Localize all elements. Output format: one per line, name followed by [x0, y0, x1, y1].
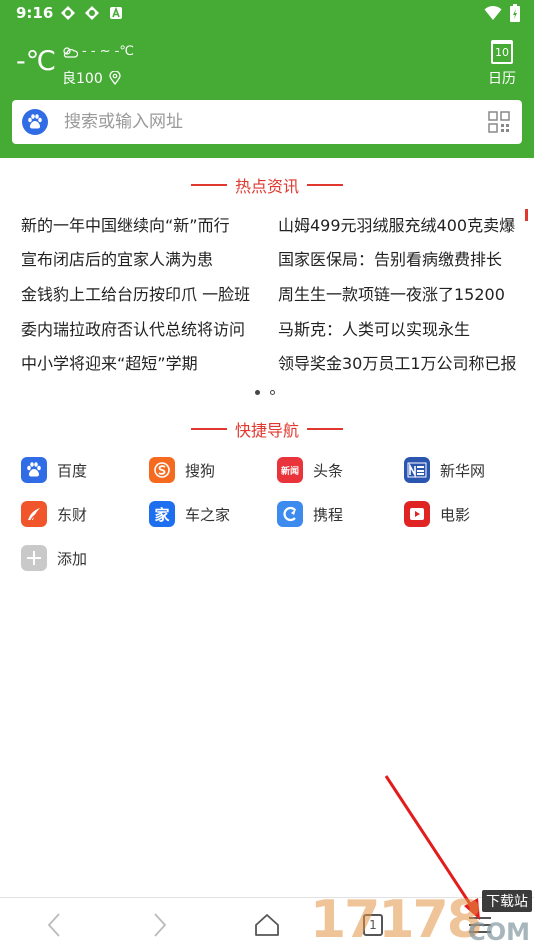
forward-button[interactable]	[143, 908, 177, 942]
dongcai-icon	[21, 501, 47, 527]
quick-nav-ctrip[interactable]: 携程	[277, 501, 343, 527]
toutiao-icon: 新闻	[277, 457, 303, 483]
search-input[interactable]	[64, 112, 464, 132]
app-notification-icon	[85, 6, 99, 20]
baidu-search-engine-icon[interactable]	[22, 109, 48, 135]
news-item[interactable]: 宣布闭店后的宜家人满为患	[21, 246, 273, 270]
menu-icon	[469, 917, 491, 933]
app-notification-icon	[61, 6, 75, 20]
hot-news-title-text: 热点资讯	[234, 177, 299, 196]
news-item[interactable]: 新的一年中国继续向“新”而行	[21, 212, 273, 236]
wifi-icon	[484, 5, 502, 20]
quick-nav-label: 搜狗	[185, 461, 216, 480]
cloudy-sun-icon	[63, 46, 78, 58]
temperature-range: - - ~ -℃	[82, 44, 134, 59]
status-time: 9:16	[16, 4, 54, 22]
chevron-left-icon	[47, 913, 60, 937]
page-dot	[270, 390, 275, 395]
chevron-right-icon	[154, 913, 167, 937]
ctrip-icon	[277, 501, 303, 527]
back-button[interactable]	[37, 908, 71, 942]
paw-icon	[28, 114, 42, 129]
quick-nav-title: 快捷导航	[0, 417, 534, 441]
xinhua-icon	[404, 457, 430, 483]
quick-nav-autohome[interactable]: 家 车之家	[149, 501, 230, 527]
news-item[interactable]: 马斯克：人类可以实现永生	[278, 316, 530, 340]
quick-nav-title-text: 快捷导航	[234, 421, 299, 440]
a-notification-icon	[110, 6, 122, 19]
news-item[interactable]: 中小学将迎来“超短”学期	[21, 350, 273, 374]
quick-nav-label: 添加	[57, 549, 88, 568]
quick-nav-toutiao[interactable]: 新闻 头条	[277, 457, 343, 483]
title-divider	[190, 428, 227, 430]
hot-news-title: 热点资讯	[0, 173, 534, 197]
quick-nav-xinhua[interactable]: 新华网	[404, 457, 485, 483]
menu-button[interactable]	[463, 908, 497, 942]
quick-nav-movie[interactable]: 电影	[404, 501, 470, 527]
quick-nav-dongcai[interactable]: 东财	[21, 501, 87, 527]
quick-nav-label: 携程	[313, 505, 344, 524]
title-divider	[190, 184, 227, 186]
status-notification-icons	[60, 5, 124, 21]
quick-nav-sogou[interactable]: 搜狗	[149, 457, 215, 483]
title-divider	[307, 184, 343, 186]
qr-scan-icon[interactable]	[488, 111, 510, 133]
search-bar[interactable]	[12, 100, 522, 144]
tab-count-icon: 1	[363, 914, 383, 936]
calendar-button[interactable]: 10 日历	[486, 40, 518, 88]
news-item[interactable]: 领导奖金30万员工1万公司称已报	[278, 350, 530, 374]
page-dot-active	[255, 390, 260, 395]
quick-nav-add[interactable]: 添加	[21, 545, 87, 571]
weather-temperature[interactable]: -℃	[16, 46, 56, 77]
location-icon	[109, 71, 121, 85]
quick-nav-label: 新华网	[440, 461, 486, 480]
baidu-icon	[21, 457, 47, 483]
autohome-icon: 家	[149, 501, 175, 527]
calendar-label: 日历	[488, 71, 516, 87]
hot-marker	[525, 209, 528, 221]
add-icon	[21, 545, 47, 571]
movie-icon	[404, 501, 430, 527]
news-item[interactable]: 周生生一款项链一夜涨了15200	[278, 281, 530, 305]
title-divider	[307, 428, 343, 430]
news-item[interactable]: 山姆499元羽绒服充绒400克卖爆	[278, 212, 530, 236]
battery-icon	[510, 4, 520, 22]
quick-nav-baidu[interactable]: 百度	[21, 457, 87, 483]
sogou-icon	[149, 457, 175, 483]
air-quality[interactable]: 良100	[62, 68, 121, 88]
header: 9:16 -℃ - - ~ -℃ 良100 10 日历	[0, 0, 534, 158]
quick-nav-label: 车之家	[185, 505, 231, 524]
quick-nav-label: 东财	[57, 505, 88, 524]
aqi-value: 良100	[62, 71, 103, 87]
page-indicator	[255, 390, 275, 395]
weather-forecast[interactable]: - - ~ -℃	[62, 44, 134, 59]
quick-nav-label: 百度	[57, 461, 88, 480]
home-icon	[255, 914, 279, 936]
news-item[interactable]: 国家医保局：告别看病缴费排长	[278, 246, 530, 270]
status-bar: 9:16	[0, 0, 534, 28]
home-button[interactable]	[250, 908, 284, 942]
news-item[interactable]: 委内瑞拉政府否认代总统将访问	[21, 316, 273, 340]
bottom-toolbar: 1	[0, 897, 534, 950]
quick-nav-label: 头条	[313, 461, 344, 480]
tabs-button[interactable]: 1	[356, 908, 390, 942]
quick-nav-label: 电影	[440, 505, 471, 524]
status-system-icons	[484, 4, 520, 22]
calendar-icon: 10	[491, 40, 513, 64]
news-item[interactable]: 金钱豹上工给台历按印爪 一脸班	[21, 281, 273, 305]
